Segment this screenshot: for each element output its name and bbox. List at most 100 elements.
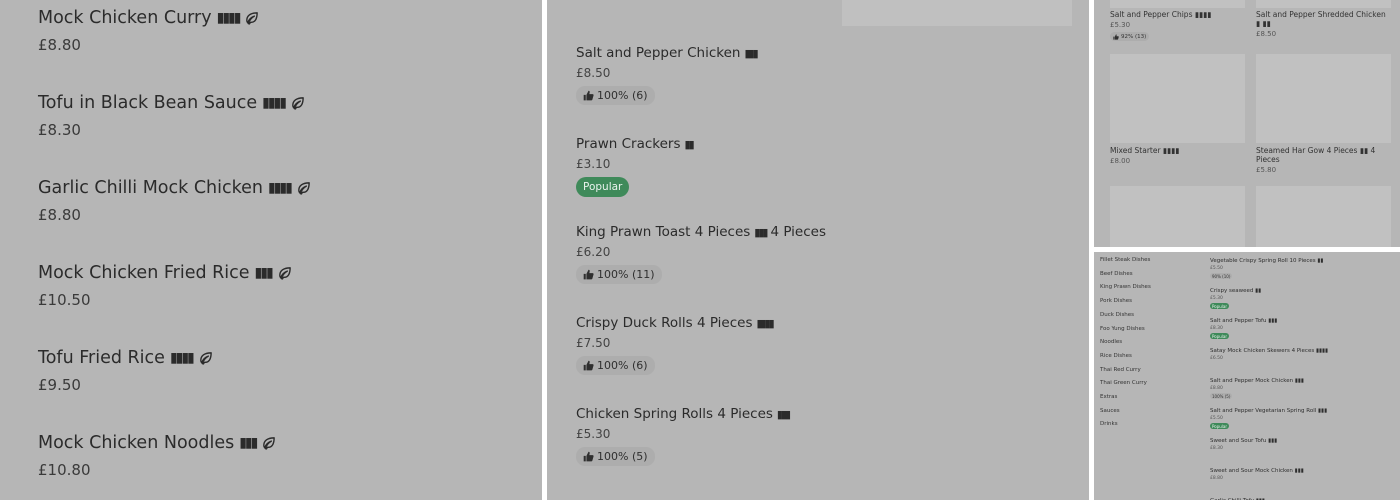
item-name-text: King Prawn Toast 4 Pieces	[576, 224, 751, 240]
menu-item-name: Crispy seaweed ▮▮	[1210, 288, 1262, 294]
category-nav-item[interactable]: Rice Dishes	[1100, 353, 1132, 359]
badge-row: 100% (6)	[576, 86, 757, 105]
rating-text: 100% (6)	[597, 89, 648, 102]
vegetarian-leaf-icon	[199, 351, 212, 365]
menu-panel-overview: Fillet Steak Dishes Beef Dishes King Prawn…	[1094, 252, 1400, 500]
popular-badge: Popular	[576, 177, 630, 197]
menu-item-price: £6.20	[576, 245, 611, 259]
vegetarian-leaf-icon	[246, 11, 259, 25]
item-image-placeholder	[1256, 54, 1391, 143]
menu-item[interactable]: Tofu in Black Bean Sauce ▮▮▮▮ £8.30	[38, 93, 305, 139]
menu-item-price: £7.50	[576, 336, 611, 350]
category-nav-item[interactable]: Extras	[1100, 394, 1117, 400]
thumbs-up-icon	[1113, 33, 1119, 40]
menu-item[interactable]: King Prawn Toast 4 Pieces ▮▮▮ 4 Pieces £6.2…	[576, 224, 826, 284]
menu-item-price: £8.80	[38, 36, 81, 54]
spice-level-icon: ▮▮▮	[254, 265, 274, 281]
menu-item[interactable]: Mock Chicken Noodles ▮▮▮ £10.80	[38, 433, 276, 479]
menu-item-price: £6.50	[1210, 356, 1223, 361]
badge-row: 100% (6)	[576, 356, 773, 375]
menu-item[interactable]: Tofu Fried Rice ▮▮▮▮ £9.50	[38, 348, 213, 394]
menu-item[interactable]: Mock Chicken Curry ▮▮▮▮ £8.80	[38, 8, 259, 54]
menu-item-name: Salt and Pepper Tofu ▮▮▮	[1210, 318, 1278, 324]
menu-item[interactable]: Salt and Pepper Vegetarian Spring Roll ▮…	[1210, 408, 1327, 429]
badge-row: 92% (13)	[1110, 32, 1245, 41]
badge-row: Popular	[1210, 303, 1261, 309]
rating-text: 100% (11)	[597, 268, 655, 281]
menu-item-price: £8.30	[38, 121, 81, 139]
spice-level-icon: ▮▮	[684, 137, 695, 151]
grid-menu-item[interactable]: Mixed Starter ▮▮▮▮ £8.00	[1110, 146, 1245, 165]
rating-badge: 100% (11)	[576, 265, 662, 284]
menu-item[interactable]: Satay Mock Chicken Skewers 4 Pieces ▮▮▮▮…	[1210, 348, 1328, 363]
item-image-placeholder	[842, 0, 1072, 26]
menu-panel-vegetarian: Mock Chicken Curry ▮▮▮▮ £8.80 Tofu in Black…	[0, 0, 542, 500]
item-name-text: Mock Chicken Noodles	[38, 433, 235, 453]
item-name-text: Chicken Spring Rolls 4 Pieces	[576, 406, 773, 422]
menu-item-name: Mixed Starter ▮▮▮▮	[1110, 146, 1180, 155]
item-image-placeholder	[1256, 0, 1391, 8]
menu-item[interactable]: Mock Chicken Fried Rice ▮▮▮ £10.50	[38, 263, 292, 309]
menu-item[interactable]: Prawn Crackers ▮▮ £3.10 Popular	[576, 136, 695, 197]
category-nav-item[interactable]: Fillet Steak Dishes	[1100, 257, 1150, 263]
spice-level-icon: ▮▮▮▮	[756, 316, 775, 330]
spice-level-icon: ▮▮▮	[239, 435, 258, 451]
grid-menu-item[interactable]: Steamed Har Gow 4 Pieces ▮▮ 4 Pieces £5.8…	[1256, 146, 1391, 174]
spice-level-icon: ▮▮▮	[776, 407, 791, 421]
rating-text: 100% (5)	[1212, 393, 1231, 399]
menu-item-price: £10.80	[38, 461, 91, 479]
menu-item-name: Salt and Pepper Mock Chicken ▮▮▮	[1210, 378, 1304, 384]
grid-menu-item[interactable]: Salt and Pepper Shredded Chicken ▮ ▮▮ £8.…	[1256, 10, 1391, 38]
spice-level-icon: ▮▮▮	[744, 46, 758, 60]
vegetarian-leaf-icon	[297, 181, 310, 195]
category-nav-item[interactable]: Beef Dishes	[1100, 271, 1133, 277]
badge-row: 90% (10)	[1210, 273, 1323, 279]
menu-item-name: Crispy Duck Rolls 4 Pieces ▮▮▮▮	[576, 315, 775, 331]
menu-item-name: Salt and Pepper Chips ▮▮▮▮	[1110, 10, 1212, 19]
badge-row: Popular	[1210, 333, 1277, 339]
menu-item-name: King Prawn Toast 4 Pieces ▮▮▮ 4 Pieces	[576, 224, 826, 240]
menu-item-name: Steamed Har Gow 4 Pieces ▮▮ 4 Pieces	[1256, 146, 1376, 164]
menu-item[interactable]: Salt and Pepper Tofu ▮▮▮ £8.30 Popular	[1210, 318, 1277, 339]
item-image-placeholder	[1110, 54, 1245, 143]
menu-item[interactable]: Crispy seaweed ▮▮ £5.30 Popular	[1210, 288, 1261, 309]
rating-text: 100% (6)	[597, 359, 648, 372]
menu-item-price: £9.50	[38, 376, 81, 394]
thumbs-up-icon	[583, 269, 594, 280]
menu-item-price: £8.50	[576, 66, 611, 80]
category-nav-item[interactable]: Duck Dishes	[1100, 312, 1134, 318]
menu-item-price: £5.50	[1210, 266, 1223, 271]
popular-badge: Popular	[1210, 303, 1229, 309]
item-name-text: Tofu in Black Bean Sauce	[38, 93, 258, 113]
badge-row: Popular	[576, 177, 693, 197]
menu-item[interactable]: Crispy Duck Rolls 4 Pieces ▮▮▮▮ £7.50 100% …	[576, 315, 775, 375]
rating-text: 100% (5)	[597, 450, 648, 463]
item-name-text: Garlic Chilli Mock Chicken	[38, 178, 263, 198]
menu-item[interactable]: Sweet and Sour Mock Chicken ▮▮▮ £8.80	[1210, 468, 1304, 483]
vegetarian-leaf-icon	[278, 266, 291, 280]
item-image-placeholder	[1256, 186, 1391, 247]
menu-item-price: £3.10	[576, 157, 611, 171]
menu-item[interactable]: Sweet and Sour Tofu ▮▮▮ £8.30	[1210, 438, 1277, 453]
menu-item[interactable]: Garlic Chilli Mock Chicken ▮▮▮▮ £8.80	[38, 178, 311, 224]
menu-item-price: £8.30	[1210, 326, 1223, 331]
item-name-text: Salt and Pepper Chicken	[576, 45, 741, 61]
category-nav-item[interactable]: Noodles	[1100, 339, 1122, 345]
category-nav-item[interactable]: Thai Red Curry	[1100, 367, 1141, 373]
category-nav-item[interactable]: Foo Yung Dishes	[1100, 326, 1145, 332]
menu-item[interactable]: Salt and Pepper Chicken ▮▮▮ £8.50 100% (6)	[576, 45, 759, 105]
menu-item-name: Prawn Crackers ▮▮	[576, 136, 695, 152]
menu-item-name: Mock Chicken Noodles ▮▮▮	[38, 433, 276, 453]
category-nav-item[interactable]: Pork Dishes	[1100, 298, 1132, 304]
rating-badge: 100% (5)	[576, 447, 655, 466]
category-nav-item[interactable]: Sauces	[1100, 408, 1120, 414]
menu-item[interactable]: Vegetable Crispy Spring Roll 10 Pieces ▮…	[1210, 258, 1323, 279]
menu-item[interactable]: Salt and Pepper Mock Chicken ▮▮▮ £8.80 100…	[1210, 378, 1304, 399]
menu-item-name: Tofu in Black Bean Sauce ▮▮▮▮	[38, 93, 305, 113]
grid-menu-item[interactable]: Salt and Pepper Chips ▮▮▮▮ £5.30 92% (13)	[1110, 10, 1245, 41]
category-nav-item[interactable]: Drinks	[1100, 421, 1118, 427]
category-nav-item[interactable]: Thai Green Curry	[1100, 380, 1147, 386]
menu-item[interactable]: Chicken Spring Rolls 4 Pieces ▮▮▮ £5.30 100…	[576, 406, 791, 466]
category-nav-item[interactable]: King Prawn Dishes	[1100, 284, 1151, 290]
menu-item-price: £5.30	[1210, 296, 1223, 301]
